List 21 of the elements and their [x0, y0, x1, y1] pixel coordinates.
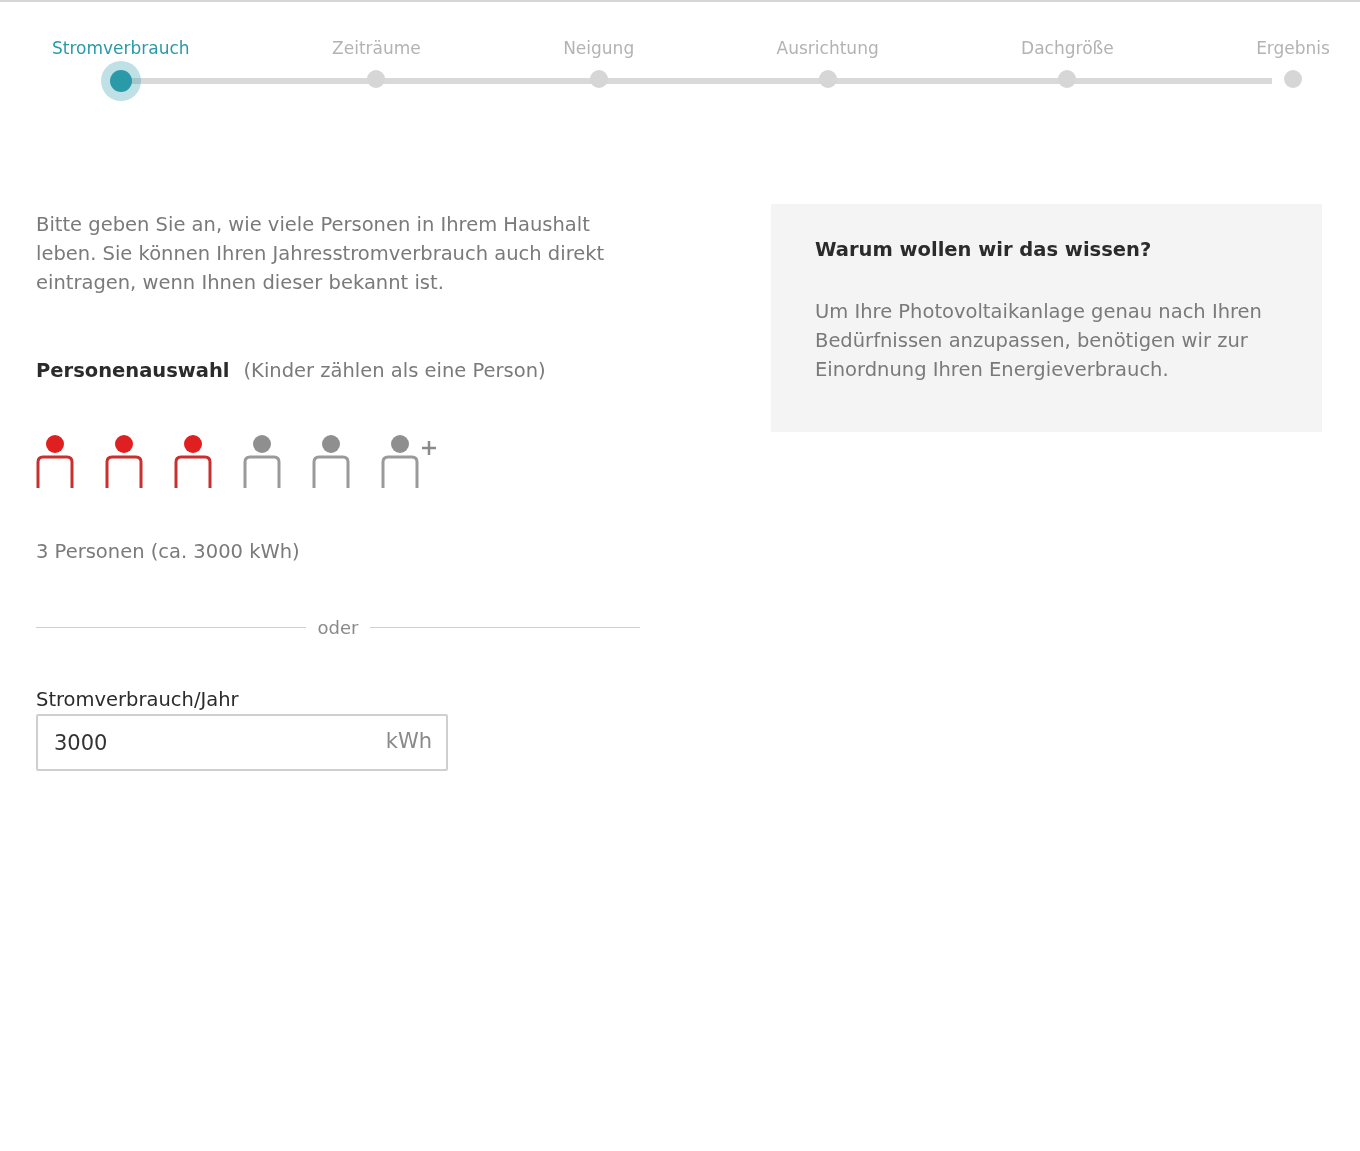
step-tab[interactable]: Ergebnis	[1256, 38, 1330, 102]
person-plus-icon[interactable]	[381, 434, 439, 490]
person-icon[interactable]	[174, 434, 212, 490]
person-icon[interactable]	[105, 434, 143, 490]
unit-label: kWh	[385, 729, 432, 753]
intro-text: Bitte geben Sie an, wie viele Personen in Ihrem Haushalt leben. Sie können Ihren Jahresstromverbrauch auch direkt eintragen, wenn Ihnen dieser bekannt ist.	[36, 212, 606, 296]
step-tab[interactable]: Stromverbrauch	[52, 38, 190, 102]
divider-label: oder	[317, 617, 359, 638]
step-tab[interactable]: Ausrichtung	[776, 38, 879, 102]
step-tab[interactable]: Dachgröße	[1021, 38, 1114, 102]
info-title: Warum wollen wir das wissen?	[815, 238, 1153, 261]
step-tab[interactable]: Zeiträume	[332, 38, 421, 102]
person-selection-hint: (Kinder zählen als eine Person)	[243, 359, 546, 382]
person-summary: 3 Personen (ca. 3000 kWh)	[36, 540, 301, 563]
field-label: Stromverbrauch/Jahr	[36, 688, 240, 711]
info-text: Um Ihre Photovoltaikanlage genau nach Ihren Bedürfnissen anzupassen, benötigen wir zur Einordnung Ihren Energieverbrauch.	[815, 299, 1263, 383]
person-icon[interactable]	[243, 434, 281, 490]
person-selection-label: Personenauswahl	[36, 359, 230, 382]
person-icon[interactable]	[36, 434, 74, 490]
step-tab[interactable]: Neigung	[563, 38, 635, 102]
person-icon[interactable]	[312, 434, 350, 490]
